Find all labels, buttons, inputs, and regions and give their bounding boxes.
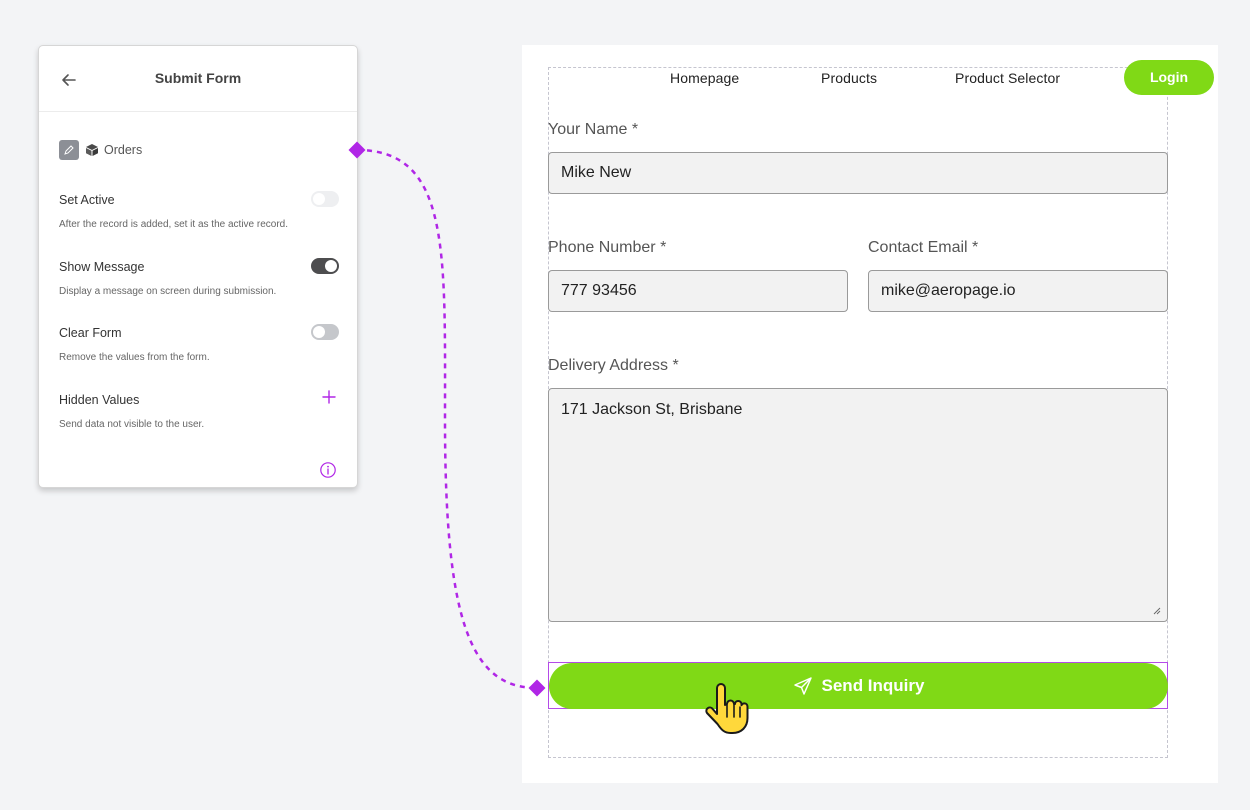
nav-homepage[interactable]: Homepage xyxy=(670,70,739,86)
clear-form-toggle[interactable] xyxy=(311,324,339,340)
address-value: 171 Jackson St, Brisbane xyxy=(561,401,743,418)
setting-label: Set Active xyxy=(59,193,115,207)
setting-description: Remove the values from the form. xyxy=(59,352,210,363)
setting-hidden-values: Hidden Values Send data not visible to t… xyxy=(59,390,339,430)
phone-field[interactable]: 777 93456 xyxy=(548,270,848,312)
set-active-toggle[interactable] xyxy=(311,191,339,207)
setting-description: Display a message on screen during submi… xyxy=(59,286,277,297)
setting-label: Hidden Values xyxy=(59,393,140,407)
setting-show-message: Show Message Display a message on screen… xyxy=(59,258,339,297)
panel-header: Submit Form xyxy=(39,46,357,112)
resize-handle-icon[interactable] xyxy=(1153,607,1161,615)
page-preview: Homepage Products Product Selector Login… xyxy=(522,45,1218,783)
info-icon[interactable] xyxy=(319,461,337,479)
submit-form-panel: Submit Form Orders Set Active After the … xyxy=(38,45,358,488)
name-label: Your Name * xyxy=(548,121,639,138)
setting-description: Send data not visible to the user. xyxy=(59,419,205,430)
plus-icon[interactable] xyxy=(321,389,337,405)
data-source-row: Orders xyxy=(59,140,142,160)
paper-plane-icon xyxy=(793,677,812,695)
setting-clear-form: Clear Form Remove the values from the fo… xyxy=(59,324,339,363)
address-label: Delivery Address * xyxy=(548,357,679,374)
email-field[interactable]: mike@aeropage.io xyxy=(868,270,1168,312)
show-message-toggle[interactable] xyxy=(311,258,339,274)
send-inquiry-button[interactable]: Send Inquiry xyxy=(549,663,1168,709)
setting-set-active: Set Active After the record is added, se… xyxy=(59,191,339,230)
send-inquiry-label: Send Inquiry xyxy=(821,676,925,695)
phone-label: Phone Number * xyxy=(548,239,667,256)
name-field[interactable]: Mike New xyxy=(548,152,1168,194)
hand-pointer-icon xyxy=(705,683,749,734)
email-label: Contact Email * xyxy=(868,239,979,256)
setting-label: Show Message xyxy=(59,260,145,274)
setting-description: After the record is added, set it as the… xyxy=(59,219,289,230)
setting-label: Clear Form xyxy=(59,326,122,340)
address-field[interactable]: 171 Jackson St, Brisbane xyxy=(548,388,1168,622)
nav-product-selector[interactable]: Product Selector xyxy=(955,70,1060,86)
pencil-icon[interactable] xyxy=(59,140,79,160)
login-button[interactable]: Login xyxy=(1124,60,1214,95)
cube-icon xyxy=(86,144,98,156)
data-source-label: Orders xyxy=(104,143,143,157)
panel-title: Submit Form xyxy=(154,70,242,86)
nav-products[interactable]: Products xyxy=(821,70,877,86)
